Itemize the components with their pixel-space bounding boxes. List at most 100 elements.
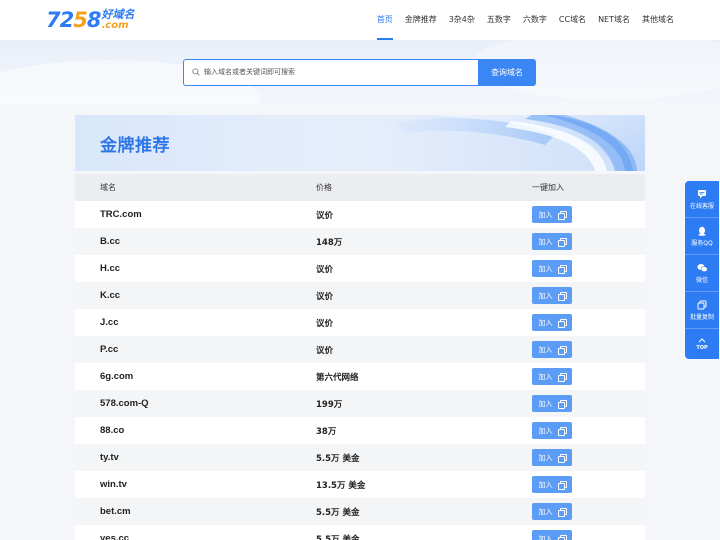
copy-icon xyxy=(697,300,707,309)
nav-item-3za4za[interactable]: 3杂4杂 xyxy=(443,0,481,40)
copy-icon xyxy=(557,210,567,220)
add-button[interactable]: 加入 xyxy=(532,341,572,358)
add-button[interactable]: 加入 xyxy=(532,233,572,250)
price-cell: 议价 xyxy=(316,345,334,356)
nav-item-gold[interactable]: 金牌推荐 xyxy=(399,0,443,40)
nav-item-five-digit[interactable]: 五数字 xyxy=(481,0,517,40)
domain-cell[interactable]: TRC.com xyxy=(75,209,291,220)
domain-cell[interactable]: ty.tv xyxy=(75,452,291,463)
nav-item-home[interactable]: 首页 xyxy=(371,0,399,40)
domain-table: 域名 价格 一键加入 TRC.com 议价 加入 B.cc 148万 加入 H.cc 议价 加入… xyxy=(75,174,645,540)
back-to-top-button[interactable]: TOP xyxy=(685,329,719,359)
add-label: 加入 xyxy=(538,507,553,516)
price-cell: 5.5万 美金 xyxy=(316,507,360,518)
add-button[interactable]: 加入 xyxy=(532,314,572,331)
price-cell: 5.5万 美金 xyxy=(316,534,360,540)
nav-item-other[interactable]: 其他域名 xyxy=(636,0,680,40)
search-box xyxy=(183,59,479,86)
side-float-bar: 在线客服 服务QQ 微信 批量复制 TOP xyxy=(685,181,719,359)
search-input[interactable] xyxy=(204,60,474,84)
batch-copy-button[interactable]: 批量复制 xyxy=(685,292,719,329)
domain-cell[interactable]: J.cc xyxy=(75,317,291,328)
copy-icon xyxy=(557,399,567,409)
table-row: win.tv 13.5万 美金 加入 xyxy=(75,471,645,498)
chevron-up-icon xyxy=(698,337,706,342)
add-label: 加入 xyxy=(538,318,553,327)
table-row: K.cc 议价 加入 xyxy=(75,282,645,309)
price-cell: 5.5万 美金 xyxy=(316,453,360,464)
add-button[interactable]: 加入 xyxy=(532,260,572,277)
domain-cell[interactable]: B.cc xyxy=(75,236,291,247)
add-button[interactable]: 加入 xyxy=(532,476,572,493)
add-label: 加入 xyxy=(538,480,553,489)
domain-cell[interactable]: yes.cc xyxy=(75,533,291,540)
table-row: 578.com-Q 199万 加入 xyxy=(75,390,645,417)
copy-icon xyxy=(557,507,567,517)
copy-icon xyxy=(557,345,567,355)
nav-item-net[interactable]: NET域名 xyxy=(592,0,636,40)
add-button[interactable]: 加入 xyxy=(532,206,572,223)
add-label: 加入 xyxy=(538,264,553,273)
add-label: 加入 xyxy=(538,426,553,435)
price-cell: 议价 xyxy=(316,318,334,329)
domain-cell[interactable]: P.cc xyxy=(75,344,291,355)
add-label: 加入 xyxy=(538,534,553,540)
column-header-domain: 域名 xyxy=(100,183,116,192)
add-label: 加入 xyxy=(538,399,553,408)
domain-cell[interactable]: bet.cm xyxy=(75,506,291,517)
column-header-add: 一键加入 xyxy=(532,183,564,192)
table-row: B.cc 148万 加入 xyxy=(75,228,645,255)
online-service-button[interactable]: 在线客服 xyxy=(685,181,719,218)
gold-recommend-banner: 金牌推荐 xyxy=(75,115,645,171)
nav-item-cc[interactable]: CC域名 xyxy=(553,0,592,40)
table-row: ty.tv 5.5万 美金 加入 xyxy=(75,444,645,471)
copy-icon xyxy=(557,237,567,247)
add-button[interactable]: 加入 xyxy=(532,503,572,520)
wechat-button[interactable]: 微信 xyxy=(685,255,719,292)
add-button[interactable]: 加入 xyxy=(532,422,572,439)
chat-icon xyxy=(698,189,706,198)
copy-icon xyxy=(557,480,567,490)
table-row: P.cc 议价 加入 xyxy=(75,336,645,363)
nav-item-six-digit[interactable]: 六数字 xyxy=(517,0,553,40)
search-button[interactable]: 查询域名 xyxy=(478,59,536,86)
domain-cell[interactable]: 578.com-Q xyxy=(75,398,291,409)
domain-cell[interactable]: 6g.com xyxy=(75,371,291,382)
qq-icon xyxy=(698,226,706,236)
table-row: yes.cc 5.5万 美金 加入 xyxy=(75,525,645,540)
price-cell: 第六代网络 xyxy=(316,372,359,383)
price-cell: 148万 xyxy=(316,237,343,248)
add-label: 加入 xyxy=(538,372,553,381)
add-label: 加入 xyxy=(538,291,553,300)
price-cell: 议价 xyxy=(316,264,334,275)
search-section: 查询域名 xyxy=(0,40,720,104)
domain-cell[interactable]: win.tv xyxy=(75,479,291,490)
add-button[interactable]: 加入 xyxy=(532,530,572,540)
add-button[interactable]: 加入 xyxy=(532,449,572,466)
table-row: J.cc 议价 加入 xyxy=(75,309,645,336)
table-row: H.cc 议价 加入 xyxy=(75,255,645,282)
add-button[interactable]: 加入 xyxy=(532,368,572,385)
copy-icon xyxy=(557,426,567,436)
add-button[interactable]: 加入 xyxy=(532,395,572,412)
copy-icon xyxy=(557,372,567,382)
price-cell: 199万 xyxy=(316,399,343,410)
qq-service-button[interactable]: 服务QQ xyxy=(685,218,719,255)
add-button[interactable]: 加入 xyxy=(532,287,572,304)
domain-cell[interactable]: K.cc xyxy=(75,290,291,301)
domain-cell[interactable]: H.cc xyxy=(75,263,291,274)
copy-icon xyxy=(557,453,567,463)
site-logo[interactable]: 7258 好域名 .com xyxy=(46,9,134,31)
search-icon xyxy=(192,68,200,76)
copy-icon xyxy=(557,291,567,301)
add-label: 加入 xyxy=(538,210,553,219)
price-cell: 议价 xyxy=(316,210,334,221)
logo-text-cn: 好域名 xyxy=(101,8,135,21)
price-cell: 议价 xyxy=(316,291,334,302)
banner-title: 金牌推荐 xyxy=(100,136,170,156)
add-label: 加入 xyxy=(538,345,553,354)
logo-text-en: .com xyxy=(101,20,129,31)
domain-cell[interactable]: 88.co xyxy=(75,425,291,436)
table-row: 88.co 38万 加入 xyxy=(75,417,645,444)
table-row: 6g.com 第六代网络 加入 xyxy=(75,363,645,390)
